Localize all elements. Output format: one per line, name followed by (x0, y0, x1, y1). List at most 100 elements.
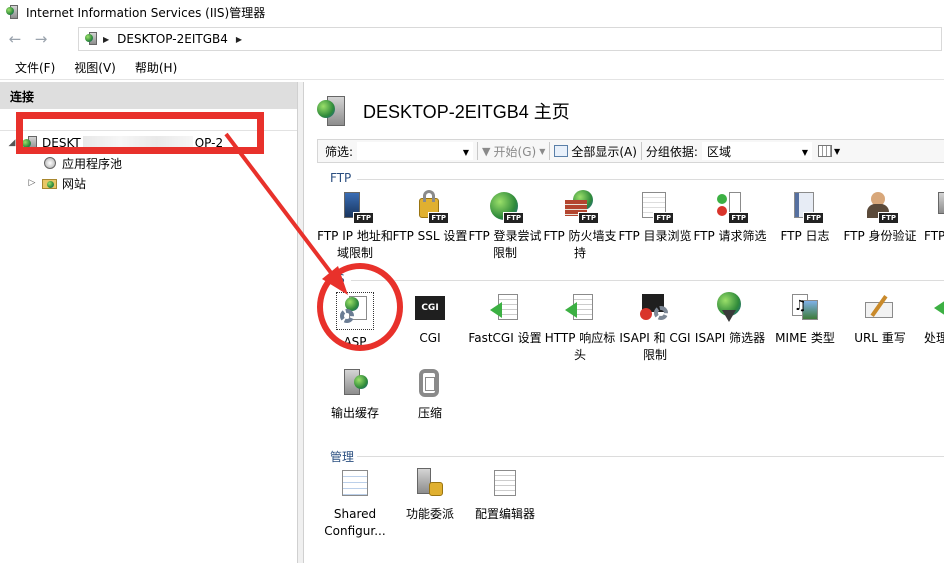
chevron-right-icon[interactable]: ▶ (103, 35, 109, 44)
http-response-headers-icon (563, 292, 597, 326)
feature-label: FTP 防火墙支持 (543, 229, 617, 260)
feature-url-rewrite[interactable]: URL 重写 (842, 292, 918, 347)
ftp-logon-attempts-icon: FTP (488, 190, 524, 224)
feature-label: Shared Configur... (324, 507, 386, 538)
ftp-ssl-icon: FTP (413, 190, 449, 224)
annotation-circle (317, 263, 403, 351)
dropdown-arrow-icon[interactable]: ▼ (463, 148, 469, 157)
pane-splitter[interactable] (298, 82, 304, 563)
feature-label: FTP 目录浏览 (618, 229, 692, 243)
feature-configuration-editor[interactable]: 配置编辑器 (467, 468, 543, 523)
feature-delegation[interactable]: 功能委派 (392, 468, 468, 523)
back-button[interactable]: ← (4, 28, 26, 50)
chevron-down-icon[interactable]: ▼ (539, 147, 545, 156)
chevron-down-icon[interactable]: ▼ (834, 147, 840, 156)
handler-mappings-icon (932, 292, 944, 326)
feature-label: 功能委派 (405, 507, 454, 521)
feature-label: FTP SSL 设置 (392, 229, 468, 243)
feature-ftp-ip-restrictions[interactable]: FTP FTP IP 地址和域限制 (317, 190, 393, 262)
server-home-icon (315, 94, 349, 128)
title-bar: Internet Information Services (IIS)管理器 (0, 0, 944, 24)
feature-ftp-logon-attempts[interactable]: FTP FTP 登录尝试限制 (467, 190, 543, 262)
feature-ftp-authentication[interactable]: FTP FTP 身份验证 (842, 190, 918, 245)
feature-label: FastCGI 设置 (468, 331, 542, 345)
view-mode-icon[interactable] (817, 145, 832, 157)
feature-handler-mappings[interactable]: 处理 (912, 292, 944, 347)
app-pool-icon (42, 156, 58, 170)
chevron-right-icon[interactable]: ▶ (236, 35, 242, 44)
group-by-value: 区域 (706, 144, 731, 159)
ftp-logging-icon: FTP (788, 190, 824, 224)
feature-ftp-directory-browsing[interactable]: FTP FTP 目录浏览 (617, 190, 693, 245)
feature-label: 配置编辑器 (474, 507, 535, 521)
filter-input[interactable]: ▼ (357, 142, 474, 160)
forward-button[interactable]: → (30, 28, 52, 50)
ftp-authentication-icon: FTP (863, 190, 899, 224)
connections-pane: 连接 ◢ DESKT OP-2 应用程序池 ▷ 网站 (0, 82, 298, 563)
feature-label: ISAPI 筛选器 (694, 331, 766, 345)
main-pane: DESKTOP-2EITGB4 主页 筛选: ▼ ▼ 开始(G) ▼ 全部显示(… (305, 82, 944, 563)
tree-item-label: 应用程序池 (62, 156, 123, 171)
dropdown-arrow-icon[interactable]: ▼ (802, 148, 808, 157)
page-header: DESKTOP-2EITGB4 主页 (315, 94, 570, 128)
mime-types-icon: ♫ (788, 292, 822, 326)
feature-ftp-ssl[interactable]: FTP FTP SSL 设置 (392, 190, 468, 245)
address-bar[interactable]: ▶ DESKTOP-2EITGB4 ▶ (78, 27, 942, 51)
feature-ftp-request-filtering[interactable]: FTP FTP 请求筛选 (692, 190, 768, 245)
menu-view[interactable]: 视图(V) (74, 59, 116, 76)
feature-label: HTTP 响应标头 (544, 331, 616, 362)
connections-header: 连接 (0, 82, 297, 109)
feature-label: 处理 (924, 331, 944, 345)
feature-ftp-firewall[interactable]: FTP FTP 防火墙支持 (542, 190, 618, 262)
feature-cgi[interactable]: CGI CGI (392, 292, 468, 347)
ftp-directory-browsing-icon: FTP (638, 190, 674, 224)
group-label-ftp: FTP (330, 171, 352, 185)
tree-item-sites[interactable]: ▷ 网站 (26, 174, 86, 192)
start-filter-button[interactable]: 开始(G) (494, 143, 537, 160)
feature-isapi-filters[interactable]: ISAPI 筛选器 (692, 292, 768, 347)
ftp-firewall-icon: FTP (563, 190, 599, 224)
window-title: Internet Information Services (IIS)管理器 (26, 5, 266, 20)
feature-output-caching[interactable]: 输出缓存 (317, 367, 393, 422)
iis-app-icon (6, 5, 20, 19)
expand-icon[interactable]: ▷ (26, 178, 38, 188)
group-by-select[interactable]: 区域 ▼ (701, 142, 812, 160)
feature-label: FTP 身份验证 (843, 229, 917, 243)
group-by-label: 分组依据: (645, 144, 698, 159)
feature-label: CGI (419, 331, 441, 345)
filter-toolbar: 筛选: ▼ ▼ 开始(G) ▼ 全部显示(A) 分组依据: 区域 ▼ ▼ (317, 139, 944, 163)
menu-bar: 文件(F) 视图(V) 帮助(H) (0, 56, 944, 80)
feature-http-response-headers[interactable]: HTTP 响应标头 (542, 292, 618, 364)
feature-label: 压缩 (417, 406, 442, 420)
tree-item-app-pools[interactable]: 应用程序池 (26, 154, 122, 172)
group-label-management: 管理 (330, 450, 355, 464)
fastcgi-icon (488, 292, 522, 326)
feature-label: 输出缓存 (330, 406, 379, 420)
sites-folder-icon (42, 176, 58, 190)
compression-icon (413, 367, 447, 401)
feature-label: ISAPI 和 CGI 限制 (619, 331, 691, 362)
ftp-request-filtering-icon: FTP (713, 190, 749, 224)
feature-label: FTP 日志 (780, 229, 830, 243)
ftp-more-icon (934, 190, 944, 224)
ftp-ip-restrictions-icon: FTP (338, 190, 374, 224)
feature-compression[interactable]: 压缩 (392, 367, 468, 422)
menu-file[interactable]: 文件(F) (15, 59, 55, 76)
feature-fastcgi[interactable]: FastCGI 设置 (467, 292, 543, 347)
output-caching-icon (338, 367, 372, 401)
funnel-icon: ▼ (482, 144, 491, 158)
annotation-rectangle (16, 112, 264, 154)
page-title: DESKTOP-2EITGB4 主页 (363, 102, 570, 122)
breadcrumb-server[interactable]: DESKTOP-2EITGB4 (117, 32, 228, 46)
feature-shared-configuration[interactable]: Shared Configur... (317, 468, 393, 540)
menu-help[interactable]: 帮助(H) (135, 59, 177, 76)
server-icon (85, 32, 99, 46)
show-all-button[interactable]: 全部显示(A) (571, 143, 637, 160)
feature-isapi-cgi-restrictions[interactable]: ISAPI 和 CGI 限制 (617, 292, 693, 364)
feature-label: FTP 请求筛选 (693, 229, 767, 243)
cgi-icon: CGI (413, 292, 447, 326)
feature-ftp-more[interactable]: FTP (912, 190, 944, 245)
feature-ftp-logging[interactable]: FTP FTP 日志 (767, 190, 843, 245)
tree-item-label: 网站 (62, 176, 87, 191)
feature-mime-types[interactable]: ♫ MIME 类型 (767, 292, 843, 347)
